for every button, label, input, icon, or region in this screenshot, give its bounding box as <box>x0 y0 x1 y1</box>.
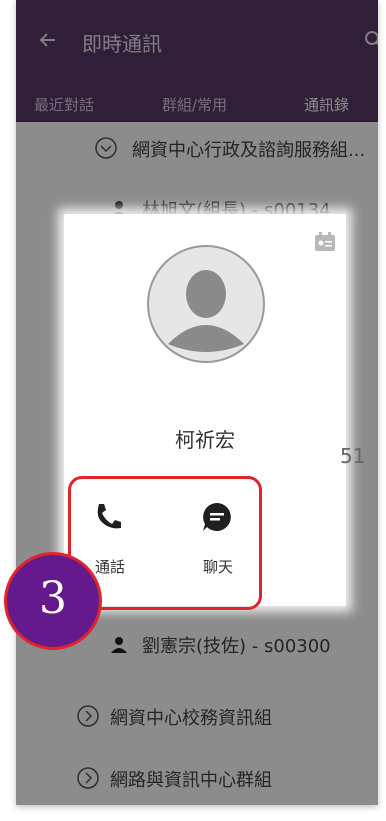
contact-card-icon[interactable] <box>314 232 336 252</box>
truncated-text: 51 <box>340 444 366 468</box>
step-badge: 3 <box>4 552 102 650</box>
avatar <box>147 245 265 363</box>
phone-screen: 即時通訊 最近對話 群組/常用 通訊錄 網資中心行政及諮詢服務組... 林旭文(… <box>16 0 378 805</box>
contact-name: 柯祈宏 <box>175 428 235 452</box>
step-number: 3 <box>39 573 67 624</box>
